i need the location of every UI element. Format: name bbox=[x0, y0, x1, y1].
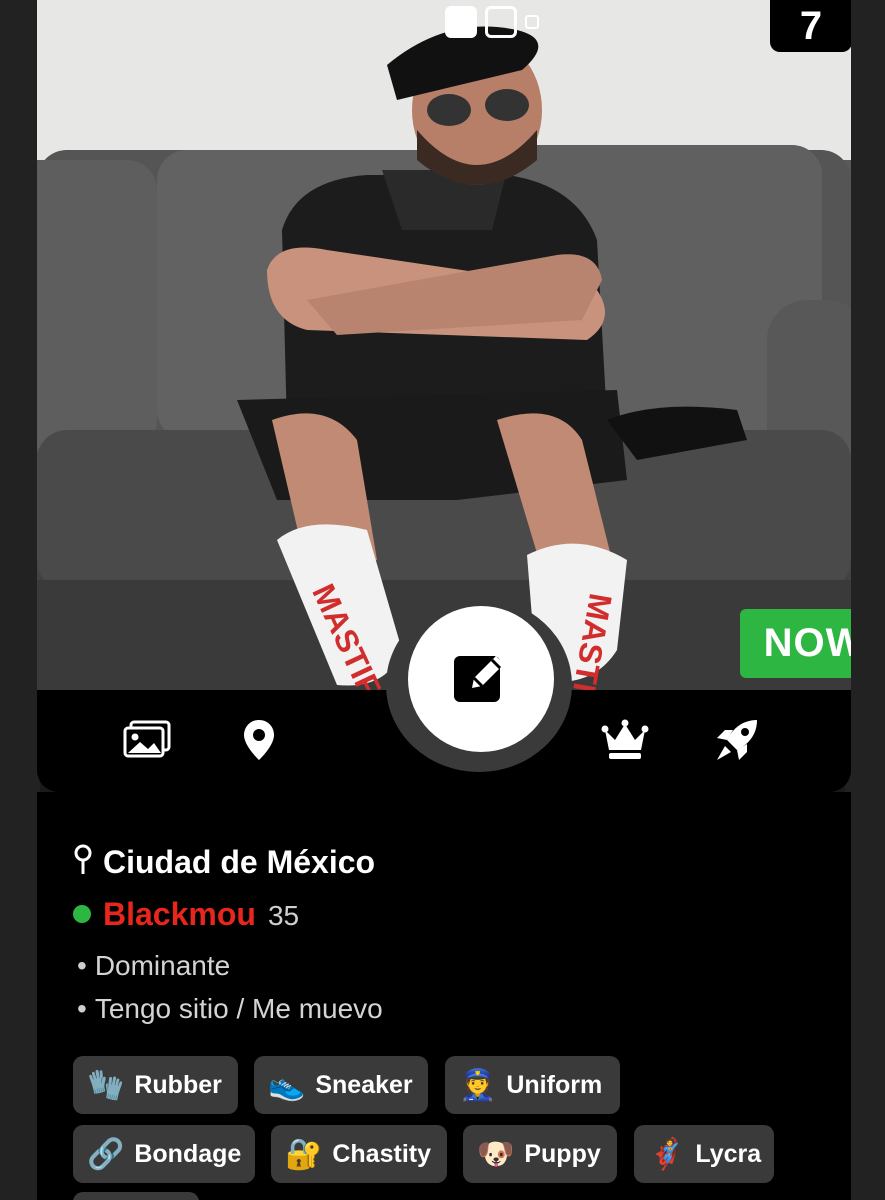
superhero-icon: 🦸 bbox=[648, 1136, 686, 1172]
lock-key-icon: 🔐 bbox=[285, 1136, 323, 1172]
photos-icon[interactable] bbox=[123, 716, 171, 764]
tag-label: Chastity bbox=[332, 1139, 431, 1168]
tag-label: Puppy bbox=[524, 1139, 601, 1168]
tag-bondage[interactable]: 🔗 Bondage bbox=[73, 1125, 255, 1183]
user-row: Blackmou 35 bbox=[73, 896, 299, 933]
tag-label: Rubber bbox=[134, 1070, 222, 1099]
edit-profile-button[interactable] bbox=[408, 606, 554, 752]
edit-icon bbox=[452, 648, 510, 711]
sneaker-icon: 👟 bbox=[268, 1067, 306, 1103]
photo-count-badge: 7 bbox=[770, 0, 851, 52]
tag-partial[interactable] bbox=[73, 1192, 199, 1200]
tag-chastity[interactable]: 🔐 Chastity bbox=[271, 1125, 447, 1183]
tag-label: Sneaker bbox=[315, 1070, 413, 1099]
tag-puppy[interactable]: 🐶 Puppy bbox=[463, 1125, 617, 1183]
tag-label: Bondage bbox=[134, 1139, 242, 1168]
pagination-dot[interactable] bbox=[525, 15, 539, 29]
location-text: Ciudad de México bbox=[103, 844, 376, 880]
attribute-role: Dominante bbox=[77, 950, 230, 982]
now-status-badge: NOW bbox=[740, 609, 851, 678]
tag-uniform[interactable]: 👮 Uniform bbox=[445, 1056, 620, 1114]
tag-lycra[interactable]: 🦸 Lycra bbox=[634, 1125, 774, 1183]
left-backdrop bbox=[0, 0, 40, 1200]
location-pin-icon[interactable] bbox=[235, 716, 283, 764]
right-backdrop bbox=[845, 0, 885, 1200]
chain-icon: 🔗 bbox=[87, 1136, 125, 1172]
profile-info-panel: Ciudad de México Blackmou 35 Dominante T… bbox=[37, 792, 851, 1200]
location-row: Ciudad de México bbox=[73, 844, 375, 881]
online-status-dot bbox=[73, 905, 91, 923]
profile-photo[interactable]: MASTIFF MASTIFF 7 NOW bbox=[37, 0, 851, 690]
profile-card: MASTIFF MASTIFF 7 NOW bbox=[37, 0, 851, 792]
pup-hood-icon: 🐶 bbox=[477, 1136, 515, 1172]
photo-illustration: MASTIFF MASTIFF bbox=[37, 0, 851, 690]
pagination-dot[interactable] bbox=[485, 6, 517, 38]
crown-icon[interactable] bbox=[601, 716, 649, 764]
pagination-dot-active[interactable] bbox=[445, 6, 477, 38]
tag-rubber[interactable]: 🧤 Rubber bbox=[73, 1056, 238, 1114]
username[interactable]: Blackmou bbox=[103, 896, 256, 933]
tag-label: Uniform bbox=[506, 1070, 603, 1099]
photo-pagination bbox=[445, 6, 539, 38]
glove-icon: 🧤 bbox=[87, 1067, 125, 1103]
tag-label: Lycra bbox=[695, 1139, 762, 1168]
police-officer-icon: 👮 bbox=[459, 1067, 497, 1103]
location-pin-icon bbox=[73, 844, 93, 881]
age: 35 bbox=[267, 900, 300, 931]
rocket-icon[interactable] bbox=[713, 716, 761, 764]
tag-sneaker[interactable]: 👟 Sneaker bbox=[254, 1056, 428, 1114]
attribute-hosting: Tengo sitio / Me muevo bbox=[77, 993, 383, 1025]
